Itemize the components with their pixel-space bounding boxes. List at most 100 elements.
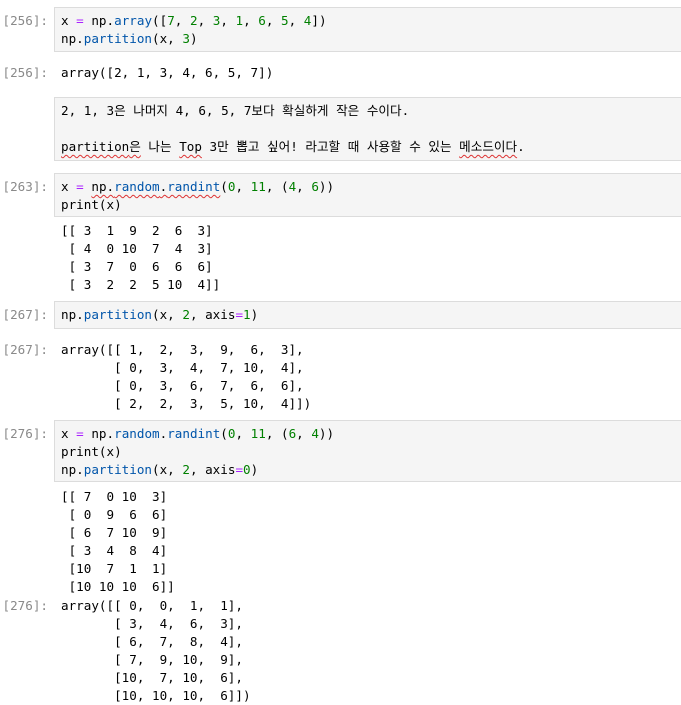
markdown-cell[interactable]: 2, 1, 3은 나머지 4, 6, 5, 7보다 확실하게 작은 수이다. p… [0, 97, 681, 161]
code-source: x = np.random.randint(0, 11, (6, 4)) pri… [55, 421, 681, 483]
token-op: = [76, 13, 84, 28]
token-nm: 11 [250, 179, 266, 194]
token: partition [61, 139, 130, 154]
token: ]) [311, 13, 327, 28]
token: )) [318, 179, 335, 194]
token: , [296, 426, 312, 441]
token-nm: 2 [189, 13, 198, 28]
code-source: x = np.array([7, 2, 3, 1, 6, 5, 4]) np.p… [55, 8, 681, 52]
token: (x, [152, 31, 183, 46]
token: x [106, 197, 115, 212]
markdown-line-1: 2, 1, 3은 나머지 4, 6, 5, 7보다 확실하게 작은 수이다. [61, 103, 410, 118]
code-input-area[interactable]: x = np.random.randint(0, 11, (6, 4)) pri… [54, 420, 681, 482]
token: (x, [152, 462, 183, 477]
markdown-line-spacer [61, 120, 675, 138]
token: 3만 뽑고 싶어! 라고할 때 사용할 수 있는 [201, 139, 460, 154]
token: ( [220, 179, 228, 194]
output-cell-263: [[ 3 1 9 2 6 3] [ 4 0 10 7 4 3] [ 3 7 0 … [0, 222, 681, 296]
token: print( [61, 197, 107, 212]
code-cell-267[interactable]: [267]: np.partition(x, 2, axis=1) [0, 301, 681, 329]
token: , ( [265, 179, 289, 194]
output-cell-267: [267]: array([[ 1, 2, 3, 9, 6, 3], [ 0, … [0, 341, 681, 415]
code-cell-256[interactable]: [256]: x = np.array([7, 2, 3, 1, 6, 5, 4… [0, 7, 681, 52]
token: np. [83, 13, 115, 28]
output-cell-276-print: [[ 7 0 10 3] [ 0 9 6 6] [ 6 7 10 9] [ 3 … [0, 488, 681, 596]
output-cell-256: [256]: array([2, 1, 3, 4, 6, 5, 7]) [0, 64, 681, 84]
token: (x, [152, 307, 183, 322]
input-prompt: [256]: [2, 13, 49, 28]
token: 나는 [140, 139, 180, 154]
token: np. [83, 426, 115, 441]
token-op: = [235, 462, 244, 477]
token-nm: 7 [167, 13, 175, 28]
token: , [243, 13, 259, 28]
code-input-area[interactable]: x = np.array([7, 2, 3, 1, 6, 5, 4]) np.p… [54, 7, 681, 52]
token: np. [61, 31, 84, 46]
token: x [61, 426, 77, 441]
token: , axis [189, 462, 236, 477]
token: , [296, 179, 312, 194]
code-line: np.partition(x, 2, axis=0) [61, 462, 258, 477]
token: 메소드이다 [459, 139, 518, 154]
code-cell-276[interactable]: [276]: x = np.random.randint(0, 11, (6, … [0, 420, 681, 482]
output-prompt: [256]: [2, 65, 49, 80]
output-text: array([[ 0, 0, 1, 1], [ 3, 4, 6, 3], [ 6… [61, 598, 251, 703]
token-fn: random [114, 179, 160, 194]
token-fn: partition [83, 462, 152, 477]
token-op: = [76, 179, 84, 194]
token: )) [318, 426, 335, 441]
code-input-area[interactable]: x = np.random.randint(0, 11, (4, 6)) pri… [54, 173, 681, 217]
code-line: x = np.array([7, 2, 3, 1, 6, 5, 4]) [61, 13, 327, 28]
token-nm: 2 [182, 307, 190, 322]
token: . [517, 139, 525, 154]
markdown-area[interactable]: 2, 1, 3은 나머지 4, 6, 5, 7보다 확실하게 작은 수이다. p… [54, 97, 681, 161]
token-fn: partition [83, 31, 152, 46]
token-nm: 2 [182, 462, 190, 477]
input-prompt: [263]: [2, 179, 49, 194]
token: , [265, 13, 282, 28]
token-nm: 1 [235, 13, 244, 28]
code-source: x = np.random.randint(0, 11, (4, 6)) pri… [55, 174, 681, 218]
output-prompt: [276]: [2, 598, 49, 613]
token: np. [61, 462, 84, 477]
token: , [220, 13, 236, 28]
code-line: x = np.random.randint(0, 11, (6, 4)) [61, 426, 334, 441]
input-prompt: [267]: [2, 307, 49, 322]
token-nm: 6 [258, 13, 266, 28]
token-op: = [235, 307, 244, 322]
token-op: = [76, 426, 84, 441]
token: x [61, 179, 77, 194]
code-input-area[interactable]: np.partition(x, 2, axis=1) [54, 301, 681, 329]
output-prompt: [267]: [2, 342, 49, 357]
token-nm: 3 [182, 31, 190, 46]
code-line: np.partition(x, 3) [61, 31, 198, 46]
token-fn: randint [167, 426, 221, 441]
token: ) [250, 307, 259, 322]
output-text: array([[ 1, 2, 3, 9, 6, 3], [ 0, 3, 4, 7… [61, 342, 312, 411]
token-nm: 6 [311, 179, 319, 194]
output-text: array([2, 1, 3, 4, 6, 5, 7]) [61, 65, 274, 80]
token-fn: randint [167, 179, 221, 194]
token-nm: 11 [250, 426, 266, 441]
token: , [235, 426, 251, 441]
token: , [288, 13, 304, 28]
token: ([ [152, 13, 168, 28]
token: , axis [189, 307, 236, 322]
token: x [61, 13, 77, 28]
token: Top [179, 139, 202, 154]
token-nm: 5 [281, 13, 289, 28]
code-line: print(x) [61, 197, 122, 212]
markdown-line-2: partition은 나는 Top 3만 뽑고 싶어! 라고할 때 사용할 수 … [61, 138, 675, 156]
token: np. [91, 179, 115, 194]
token: , [235, 179, 251, 194]
token: , [174, 13, 190, 28]
token-fn: partition [83, 307, 152, 322]
code-source: np.partition(x, 2, axis=1) [55, 302, 681, 328]
token: , [197, 13, 213, 28]
code-line: print(x) [61, 444, 122, 459]
code-cell-263[interactable]: [263]: x = np.random.randint(0, 11, (4, … [0, 173, 681, 217]
token: print(x) [61, 444, 122, 459]
output-cell-276: [276]: array([[ 0, 0, 1, 1], [ 3, 4, 6, … [0, 597, 681, 705]
token: np. [61, 307, 84, 322]
output-text: [[ 7 0 10 3] [ 0 9 6 6] [ 6 7 10 9] [ 3 … [61, 489, 175, 594]
